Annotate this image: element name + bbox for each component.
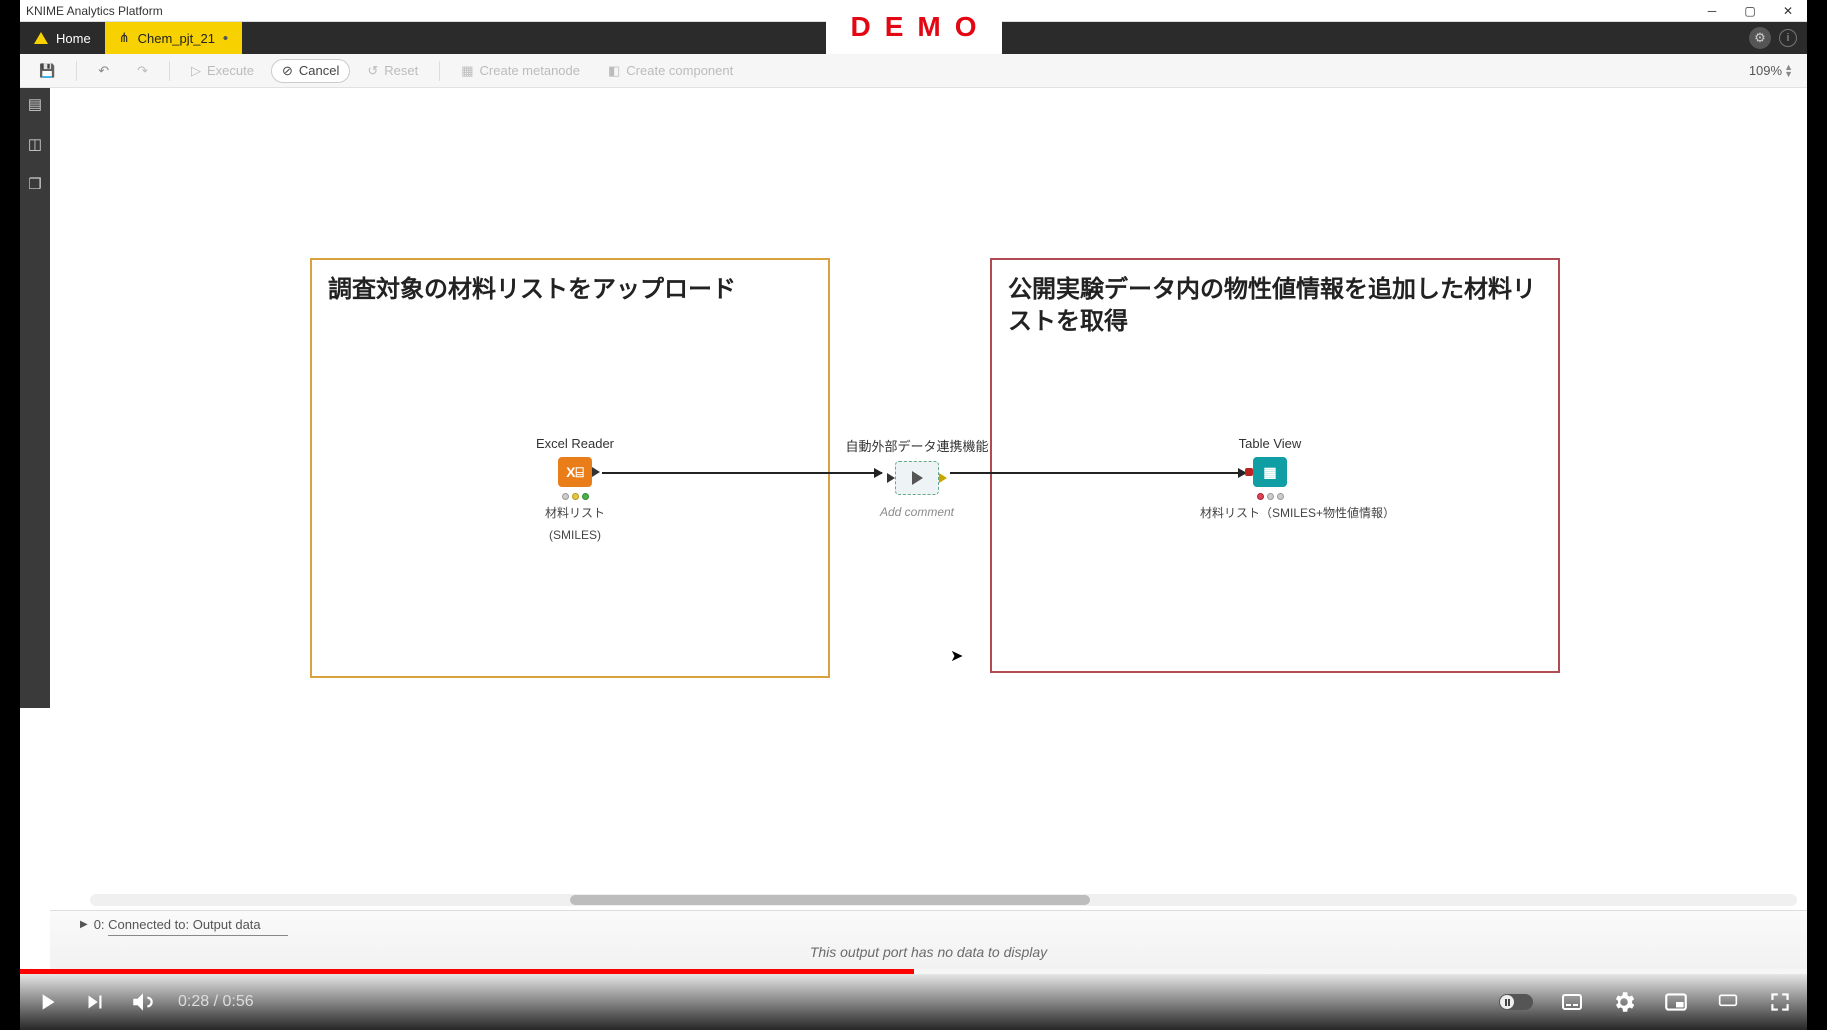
tab-workflow-label: Chem_pjt_21 (138, 31, 215, 46)
theater-button[interactable] (1715, 989, 1741, 1015)
node-excel-reader[interactable]: Excel Reader X⌸ 材料リスト (SMILES) (520, 436, 630, 543)
tab-home-label: Home (56, 31, 91, 46)
port-out-icon[interactable] (592, 467, 600, 477)
toolbar: 💾 ↶ ↷ ▷ Execute ⊘ Cancel ↺ Reset ▦ Creat… (20, 54, 1807, 88)
component-icon: ◧ (608, 63, 620, 79)
zoom-value: 109% (1749, 63, 1782, 78)
undo-icon: ↶ (98, 63, 109, 79)
app-title: KNIME Analytics Platform (26, 4, 163, 18)
video-duration: 0:56 (222, 993, 253, 1010)
horizontal-scrollbar[interactable] (90, 894, 1797, 906)
reset-label: Reset (384, 63, 418, 78)
node-excel-reader-sub2: (SMILES) (520, 528, 630, 544)
captions-button[interactable] (1559, 989, 1585, 1015)
output-tab-label[interactable]: 0: Connected to: Output data (94, 917, 261, 932)
close-button[interactable]: ✕ (1769, 1, 1807, 21)
autoplay-toggle[interactable] (1499, 994, 1533, 1010)
output-empty-msg: This output port has no data to display (50, 938, 1807, 960)
side-rail: ▤ ◫ ❒ (20, 88, 50, 708)
redo-button[interactable]: ↷ (126, 59, 159, 83)
execute-button[interactable]: ▷ Execute (180, 59, 265, 83)
cancel-button[interactable]: ⊘ Cancel (271, 59, 350, 83)
play-icon: ▷ (191, 63, 201, 79)
gear-icon: ⚙ (1754, 30, 1766, 46)
scrollbar-thumb[interactable] (570, 895, 1090, 905)
demo-label: DEMO (826, 0, 1002, 54)
chevron-down-icon: ▼ (1784, 71, 1793, 78)
side-cube-icon[interactable]: ❒ (25, 174, 45, 194)
next-button[interactable] (82, 989, 108, 1015)
play-button[interactable] (34, 989, 60, 1015)
volume-button[interactable] (130, 989, 156, 1015)
video-current-time: 0:28 (178, 993, 209, 1010)
add-comment-link[interactable]: Add comment (842, 505, 992, 519)
video-time: 0:28 / 0:56 (178, 993, 254, 1011)
create-component-label: Create component (626, 63, 733, 78)
play-icon (912, 471, 923, 485)
node-metanode-body[interactable] (895, 461, 939, 495)
metanode-icon: ▦ (461, 63, 473, 79)
create-metanode-button[interactable]: ▦ Create metanode (450, 59, 591, 83)
save-button[interactable]: 💾 (28, 59, 66, 83)
node-table-view-name: Table View (1200, 436, 1340, 451)
create-component-button[interactable]: ◧ Create component (597, 59, 744, 83)
fullscreen-button[interactable] (1767, 989, 1793, 1015)
reset-button[interactable]: ↺ Reset (356, 59, 429, 83)
miniplayer-button[interactable] (1663, 989, 1689, 1015)
info-button[interactable]: i (1779, 29, 1797, 47)
minimize-button[interactable]: ─ (1693, 1, 1731, 21)
dirty-indicator: • (223, 30, 228, 47)
port-in-icon[interactable] (887, 473, 895, 483)
node-metanode-name: 自動外部データ連携機能 (842, 436, 992, 455)
tab-home[interactable]: Home (20, 22, 105, 54)
node-table-view-body[interactable]: ▦ (1253, 457, 1287, 487)
workflow-canvas[interactable]: 調査対象の材料リストをアップロード 公開実験データ内の物性値情報を追加した材料リ… (50, 88, 1807, 910)
port-out-icon[interactable] (939, 473, 947, 483)
annotation-upload-title: 調査対象の材料リストをアップロード (312, 260, 828, 306)
info-icon: i (1787, 32, 1789, 44)
connection-1[interactable] (602, 472, 882, 474)
mouse-cursor-icon: ➤ (950, 646, 963, 666)
node-table-view-status (1200, 493, 1340, 500)
table-icon: ▦ (1263, 464, 1276, 481)
excel-icon: X⌸ (566, 464, 584, 481)
node-excel-reader-status (520, 493, 630, 500)
side-panel-icon[interactable]: ▤ (25, 94, 45, 114)
expand-icon[interactable]: ▶ (80, 919, 88, 930)
redo-icon: ↷ (137, 63, 148, 79)
settings-button[interactable] (1611, 989, 1637, 1015)
save-icon: 💾 (39, 63, 55, 79)
cancel-icon: ⊘ (282, 63, 293, 79)
maximize-button[interactable]: ▢ (1731, 1, 1769, 21)
execute-label: Execute (207, 63, 254, 78)
tab-workflow[interactable]: ⋔ Chem_pjt_21 • (105, 22, 243, 54)
video-controls: 0:28 / 0:56 (20, 974, 1807, 1030)
node-excel-reader-name: Excel Reader (520, 436, 630, 451)
create-metanode-label: Create metanode (480, 63, 580, 78)
port-in-icon[interactable] (1245, 468, 1253, 476)
node-excel-reader-sub1: 材料リスト (520, 506, 630, 522)
side-tag-icon[interactable]: ◫ (25, 134, 45, 154)
node-metanode[interactable]: 自動外部データ連携機能 Add comment (842, 436, 992, 519)
undo-button[interactable]: ↶ (87, 59, 120, 83)
zoom-control[interactable]: 109% ▲▼ (1749, 63, 1799, 78)
settings-button[interactable]: ⚙ (1749, 27, 1771, 49)
node-table-view[interactable]: Table View ▦ 材料リスト（SMILES+物性値情報） (1200, 436, 1340, 522)
output-panel: ▶ 0: Connected to: Output data This outp… (50, 910, 1807, 974)
node-excel-reader-body[interactable]: X⌸ (558, 457, 592, 487)
share-icon: ⋔ (119, 30, 130, 46)
annotation-result-title: 公開実験データ内の物性値情報を追加した材料リストを取得 (992, 260, 1558, 339)
node-table-view-sub: 材料リスト（SMILES+物性値情報） (1200, 506, 1340, 522)
reset-icon: ↺ (367, 63, 378, 79)
knime-logo-icon (34, 32, 48, 44)
cancel-label: Cancel (299, 63, 339, 78)
